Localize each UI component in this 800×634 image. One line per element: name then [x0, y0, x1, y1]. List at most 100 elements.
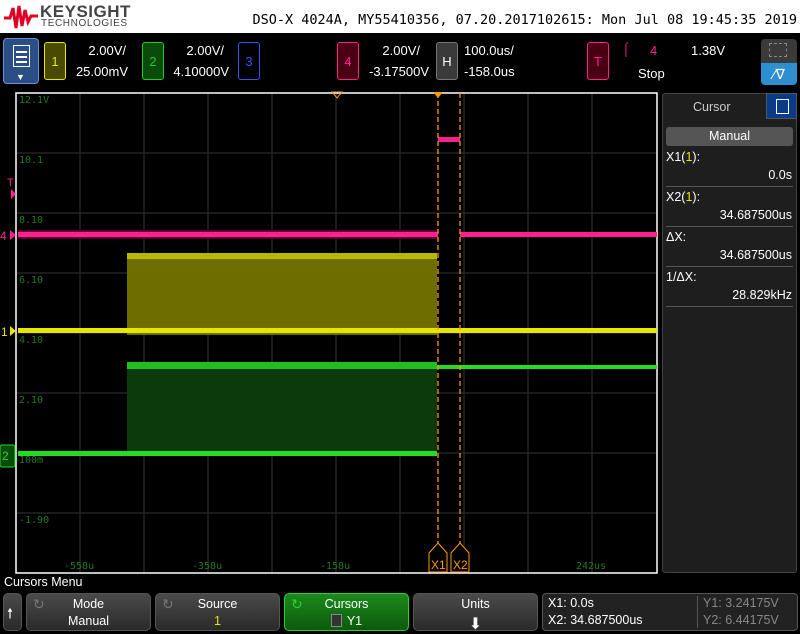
ch2-high-edge	[127, 362, 437, 369]
cursor-row-label: X2(1):	[666, 190, 701, 204]
ch1-ground-marker: 1	[1, 325, 8, 339]
units-label: Units	[461, 597, 490, 611]
channel-2-label: 2	[149, 53, 157, 69]
mode-softkey[interactable]: ↻ Mode Manual	[26, 593, 151, 631]
y-axis-label: 6.10	[19, 275, 43, 286]
waveform-icon: ⁄∇	[773, 66, 785, 82]
x1-readout: X1: 0.0s	[548, 596, 594, 610]
channel-1-label: 1	[51, 53, 59, 69]
channel-3-button[interactable]: 3	[238, 42, 260, 80]
mode-value: Manual	[68, 614, 109, 628]
checkbox[interactable]	[330, 614, 342, 627]
cursors-softkey[interactable]: ↻ Cursors Y1	[284, 593, 409, 631]
y-axis-label: 2.10	[19, 395, 43, 406]
trigger-level: 1.38V	[691, 43, 725, 58]
ch4-ground-arrow-icon	[10, 230, 16, 240]
y2-readout: Y2: 6.44175V	[703, 613, 779, 627]
x-axis-label: -158u	[320, 561, 350, 572]
keysight-logo-icon	[4, 5, 38, 29]
instrument-title: DSO-X 4024A, MY55410356, 07.20.201710261…	[252, 12, 797, 28]
cursor-row-value: 28.829kHz	[732, 288, 792, 302]
rising-edge-icon: ⌠	[622, 41, 630, 56]
trigger-button[interactable]: T	[587, 42, 609, 80]
cursor-row-value: 0.0s	[768, 168, 792, 182]
divider	[666, 266, 793, 267]
cursor-row-label: X1(1):	[666, 150, 701, 164]
cursor-row-label: ΔX:	[666, 230, 687, 244]
waveform-display[interactable]: 12.1V 10.1 8.10 6.10 4.10 2.10 100m -1.90 -558u…	[0, 88, 660, 576]
divider	[666, 306, 793, 307]
arrow-up-icon: 🠕	[7, 605, 14, 621]
ch1-offset: 25.00mV	[75, 64, 128, 79]
divider	[666, 226, 793, 227]
cursor-panel: Cursor Manual X1(1): 0.0s X2(1): 34.6875…	[662, 93, 797, 573]
x1-top-marker-icon	[433, 92, 443, 98]
x2-readout: X2: 34.687500us	[548, 613, 643, 627]
source-label: Source	[197, 597, 238, 611]
ch2-scale: 2.00V/	[186, 43, 224, 58]
arrow-down-icon: ⬇	[468, 616, 483, 633]
cursors-value: Y1	[346, 614, 363, 628]
ch4-trace-before	[18, 232, 438, 237]
y-axis-label: 10.1	[19, 155, 43, 166]
cursor-readout: X1: 0.0s X2: 34.687500us Y1: 3.24175V Y2…	[542, 593, 798, 631]
trigger-source: 4	[650, 43, 658, 58]
divider	[666, 186, 793, 187]
channel-3-label: 3	[245, 53, 253, 69]
menu-title: Cursors Menu	[4, 575, 83, 589]
x2-cursor-label: X2	[453, 558, 468, 572]
trigger-level-marker: T	[7, 177, 14, 189]
y-axis-label: 100m	[19, 455, 43, 466]
time-scale: 100.0us/	[464, 43, 514, 58]
x-axis-label: -358u	[192, 561, 222, 572]
ch4-offset: -3.17500V	[369, 64, 429, 79]
back-button[interactable]: 🠕	[3, 593, 22, 631]
cursors-label: Cursors	[324, 597, 369, 611]
cursor-row-value: 34.687500us	[719, 208, 792, 222]
ch2-trace-after	[437, 365, 657, 369]
list-icon	[776, 99, 789, 114]
trigger-label: T	[594, 53, 602, 69]
units-softkey[interactable]: Units ⬇	[413, 593, 538, 633]
x-axis-label: -558u	[64, 561, 94, 572]
menu-icon	[13, 45, 30, 67]
x-axis-label: 242us	[576, 561, 606, 572]
ch2-burst-envelope	[127, 363, 437, 455]
ch2-offset: 4.10000V	[173, 64, 229, 79]
ch2-low-trace	[18, 451, 437, 456]
panel-menu-button[interactable]	[766, 93, 797, 119]
ch4-trace-after	[460, 232, 657, 237]
x1-cursor-label: X1	[431, 558, 446, 572]
brand-subtitle: TECHNOLOGIES	[41, 18, 128, 29]
mode-label: Mode	[72, 597, 105, 611]
zoom-box-button[interactable]	[761, 39, 797, 63]
ch1-ground-arrow-icon	[10, 326, 16, 336]
ch4-scale: 2.00V/	[382, 43, 420, 58]
ch4-ground-marker: 4	[0, 229, 7, 243]
cursor-tab-title: Cursor	[693, 100, 731, 114]
ch1-burst-envelope	[127, 253, 437, 335]
chevron-down-icon: ▼	[16, 72, 25, 82]
acquisition-status: Stop	[638, 66, 665, 81]
ch2-ground-marker: 2	[2, 449, 9, 463]
source-softkey[interactable]: ↻ Source 1	[155, 593, 280, 631]
autoscale-button[interactable]: ⁄∇	[761, 63, 797, 85]
ch4-pulse	[438, 137, 460, 142]
header-bar: KEYSIGHT TECHNOLOGIES DSO-X 4024A, MY554…	[0, 0, 800, 33]
source-value: 1	[214, 614, 221, 628]
horizontal-label: H	[442, 53, 452, 69]
ch1-baseline-trace	[18, 328, 657, 333]
ch1-scale: 2.00V/	[88, 43, 126, 58]
horizontal-button[interactable]: H	[436, 42, 458, 80]
channel-4-label: 4	[344, 53, 352, 69]
y1-readout: Y1: 3.24175V	[703, 596, 779, 610]
main-menu-button[interactable]: ▼	[3, 38, 39, 84]
y-axis-label: 8.10	[19, 215, 43, 226]
cursor-row-label: 1/ΔX:	[666, 270, 697, 284]
y-axis-label: -1.90	[19, 515, 49, 526]
y-axis-label: 12.1V	[19, 95, 49, 106]
ch1-high-edge	[127, 253, 437, 259]
cursor-mode-button[interactable]: Manual	[666, 127, 793, 146]
cursor-row-value: 34.687500us	[719, 248, 792, 262]
time-delay: -158.0us	[464, 64, 515, 79]
